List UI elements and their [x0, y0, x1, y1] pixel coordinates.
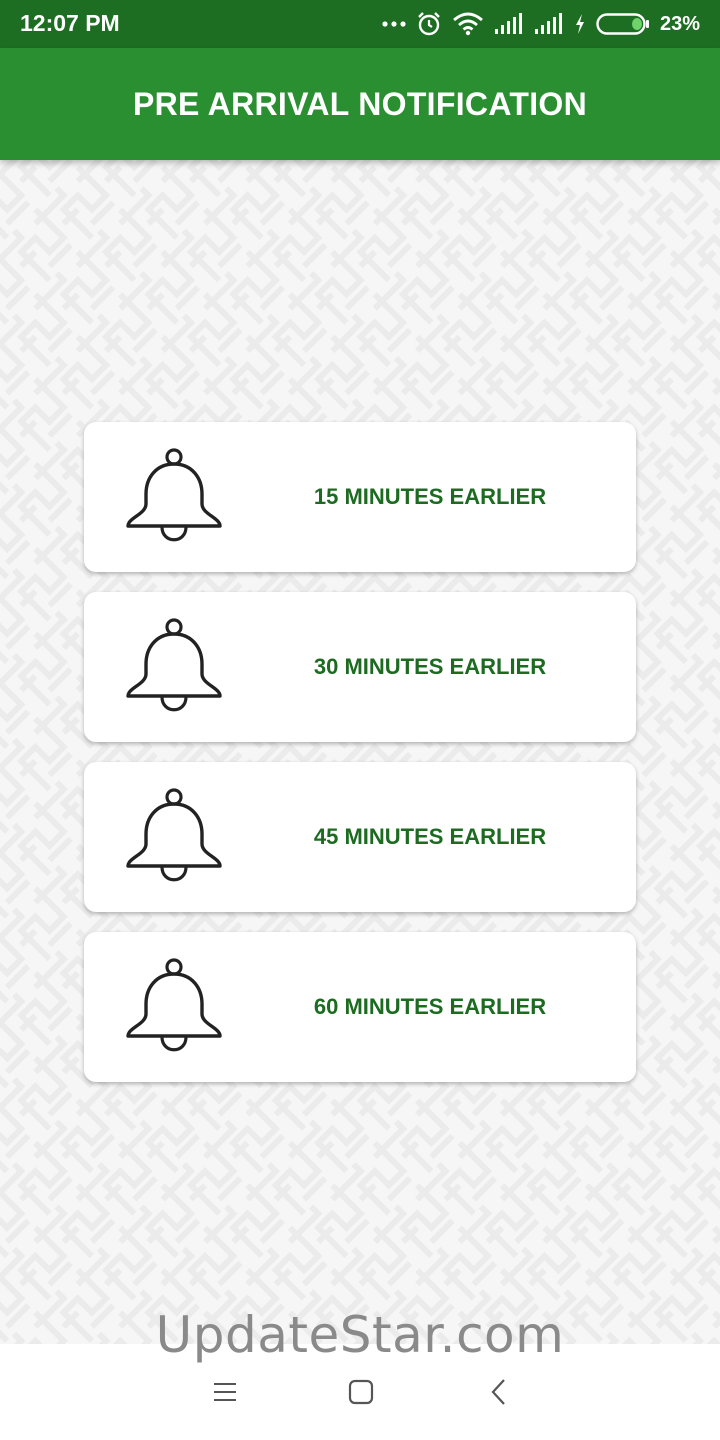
option-card-60[interactable]: 60 MINUTES EARLIER — [84, 932, 636, 1082]
content-area: 15 MINUTES EARLIER 30 MINUTES EARLIER 45… — [0, 160, 720, 1344]
battery-icon — [596, 12, 650, 36]
option-card-15[interactable]: 15 MINUTES EARLIER — [84, 422, 636, 572]
battery-percent: 23% — [659, 12, 700, 35]
alarm-icon — [416, 11, 442, 37]
status-bar: 12:07 PM 23% — [0, 0, 720, 48]
back-chevron-icon — [491, 1379, 505, 1405]
option-card-45[interactable]: 45 MINUTES EARLIER — [84, 762, 636, 912]
background-pattern — [0, 160, 720, 1344]
option-label: 45 MINUTES EARLIER — [313, 824, 547, 849]
signal-icon — [534, 13, 564, 35]
option-label: 30 MINUTES EARLIER — [313, 654, 547, 679]
menu-button[interactable] — [205, 1372, 245, 1412]
status-time: 12:07 PM — [20, 10, 120, 36]
bell-icon — [126, 618, 222, 712]
option-label: 60 MINUTES EARLIER — [313, 994, 547, 1019]
option-label: 15 MINUTES EARLIER — [313, 484, 547, 509]
more-dots-icon — [382, 20, 406, 28]
home-button[interactable] — [341, 1372, 381, 1412]
bell-icon — [126, 958, 222, 1052]
home-square-icon — [348, 1379, 374, 1405]
bell-icon — [126, 788, 222, 882]
watermark-text: UpdateStar.com — [155, 1306, 565, 1364]
signal-icon — [494, 13, 524, 35]
menu-icon — [214, 1383, 236, 1401]
wifi-icon — [452, 12, 484, 36]
bell-icon — [126, 448, 222, 542]
app-bar: PRE ARRIVAL NOTIFICATION — [0, 48, 720, 160]
charging-icon — [574, 13, 586, 35]
status-icons: 23% — [382, 8, 700, 40]
back-button[interactable] — [479, 1372, 519, 1412]
page-title: PRE ARRIVAL NOTIFICATION — [132, 85, 587, 122]
option-card-30[interactable]: 30 MINUTES EARLIER — [84, 592, 636, 742]
